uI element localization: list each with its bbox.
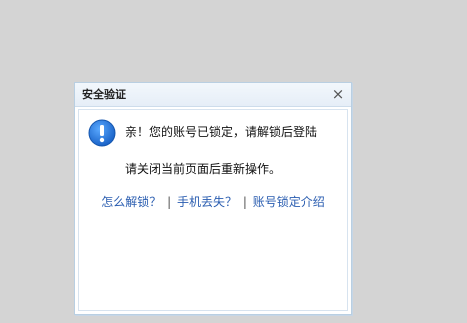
info-icon bbox=[88, 119, 116, 147]
account-lock-intro-link[interactable]: 账号锁定介绍 bbox=[253, 195, 325, 209]
security-verification-dialog: 安全验证 × 亲！您的账号已锁定，请解锁后登陆 请关闭当前页面后重新操作。 怎么… bbox=[74, 82, 352, 315]
instruction-message: 请关闭当前页面后重新操作。 bbox=[125, 162, 282, 176]
dialog-body: 亲！您的账号已锁定，请解锁后登陆 请关闭当前页面后重新操作。 怎么解锁？ | 手… bbox=[78, 109, 348, 311]
link-separator: | bbox=[167, 195, 172, 209]
link-separator: | bbox=[242, 195, 247, 209]
dialog-title: 安全验证 bbox=[82, 88, 126, 101]
locked-message: 亲！您的账号已锁定，请解锁后登陆 bbox=[125, 125, 318, 139]
how-to-unlock-link[interactable]: 怎么解锁？ bbox=[101, 195, 161, 209]
close-icon[interactable]: × bbox=[330, 85, 346, 103]
dialog-titlebar: 安全验证 × bbox=[75, 83, 351, 107]
phone-lost-link[interactable]: 手机丢失？ bbox=[177, 195, 237, 209]
page-background: 安全验证 × 亲！您的账号已锁定，请解锁后登陆 请关闭当前页面后重新操作。 怎么… bbox=[0, 0, 467, 323]
help-links: 怎么解锁？ | 手机丢失？ | 账号锁定介绍 bbox=[79, 194, 347, 210]
